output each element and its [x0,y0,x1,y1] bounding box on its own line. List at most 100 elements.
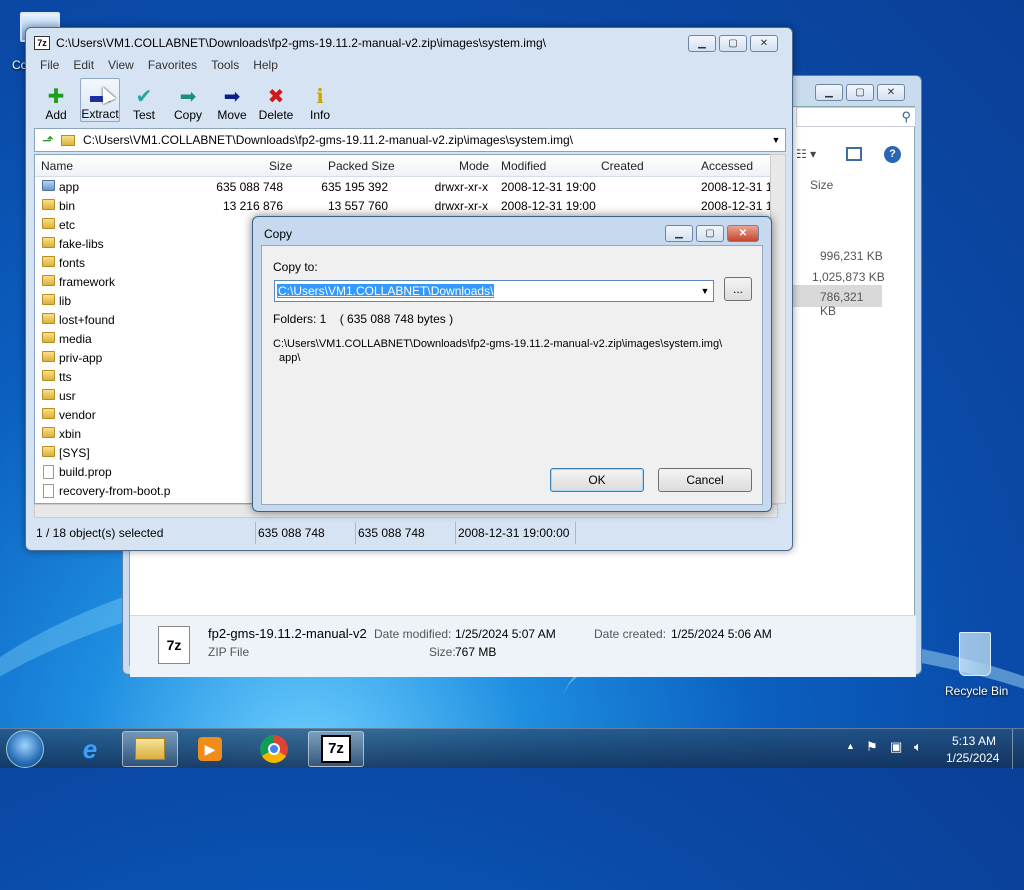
destination-input[interactable]: C:\Users\VM1.COLLABNET\Downloads\ [277,284,495,298]
copy-icon: ➡ [179,86,197,108]
toolbar-label: Extract [81,107,119,121]
preview-pane-icon[interactable] [846,147,862,161]
up-folder-icon[interactable]: ⬏ [35,132,61,149]
menu-tools[interactable]: Tools [211,58,239,72]
chevron-down-icon[interactable]: ▼ [697,286,713,296]
file-size: 786,321 KB [820,290,864,318]
menu-file[interactable]: File [40,58,59,72]
maximize-button[interactable]: ▢ [719,35,747,52]
selected-row-highlight[interactable]: 786,321 KB [790,285,882,318]
network-icon[interactable]: ▣ [890,739,902,755]
minimize-button[interactable]: ▁ [815,84,843,101]
details-modified-value: 1/25/2024 5:07 AM [455,627,556,641]
folder-icon [42,180,55,191]
menu-favorites[interactable]: Favorites [148,58,197,72]
toolbar: ✚ Add ▬ Extract ✔ Test ➡ Copy ➡ Move ✖ Delete ℹ Info [36,78,340,124]
cell-modified: 2008-12-31 19:00 [501,199,596,213]
toolbar-info-button[interactable]: ℹ Info [300,78,340,122]
toolbar-add-button[interactable]: ✚ Add [36,78,76,122]
column-size[interactable]: Size [269,159,292,173]
recycle-bin-desktop-icon[interactable]: Recycle Bin [940,630,1010,700]
view-options-icon[interactable]: ☷ ▾ [796,147,816,161]
toolbar-delete-button[interactable]: ✖ Delete [256,78,296,122]
ok-button[interactable]: OK [550,468,644,492]
status-selected: 1 / 18 object(s) selected [34,522,256,544]
show-hidden-icons[interactable]: ▲ [846,741,855,751]
cell-packed: 13 557 760 [327,199,388,213]
close-button[interactable]: ✕ [750,35,778,52]
details-size-value: 767 MB [455,645,497,659]
dialog-body: Copy to: C:\Users\VM1.COLLABNET\Download… [261,245,763,505]
folder-icon [61,134,75,146]
menu-bar: File Edit View Favorites Tools Help [40,58,292,72]
chrome-icon [260,735,288,763]
source-path: C:\Users\VM1.COLLABNET\Downloads\fp2-gms… [273,338,723,350]
menu-help[interactable]: Help [253,58,278,72]
folder-icon [135,738,165,760]
menu-view[interactable]: View [108,58,134,72]
move-icon: ➡ [223,86,241,108]
cell-name: build.prop [59,465,112,479]
action-center-icon[interactable]: ⚑ [866,739,878,755]
close-button[interactable]: ✕ [727,225,759,242]
folder-icon [42,351,55,362]
column-created[interactable]: Created [601,159,644,173]
folders-info: Folders: 1 ( 635 088 748 bytes ) [273,312,454,326]
column-accessed[interactable]: Accessed [701,159,753,173]
cell-accessed: 2008-12-31 1 [701,180,773,194]
taskbar-explorer[interactable] [122,731,178,767]
taskbar-ie[interactable]: e [62,731,118,767]
cell-mode: drwxr-xr-x [434,199,488,213]
details-filename: fp2-gms-19.11.2-manual-v2 [208,626,367,641]
address-path[interactable]: C:\Users\VM1.COLLABNET\Downloads\fp2-gms… [83,133,767,147]
column-name[interactable]: Name [41,159,73,173]
taskbar-7zip[interactable]: 7z [308,731,364,767]
menu-edit[interactable]: Edit [73,58,94,72]
copy-to-label: Copy to: [273,260,318,274]
toolbar-test-button[interactable]: ✔ Test [124,78,164,122]
minimize-button[interactable]: ▁ [665,225,693,242]
size-column-header[interactable]: Size [810,178,833,192]
cancel-button[interactable]: Cancel [658,468,752,492]
cell-name: vendor [59,408,96,422]
delete-icon: ✖ [267,86,285,108]
cell-modified: 2008-12-31 19:00 [501,180,596,194]
start-button[interactable] [6,730,44,768]
details-filetype: ZIP File [208,645,250,659]
details-created-value: 1/25/2024 5:06 AM [671,627,772,641]
cell-name: tts [59,370,72,384]
folder-icon [42,275,55,286]
folder-icon [42,218,55,229]
column-mode[interactable]: Mode [459,159,489,173]
test-icon: ✔ [135,86,153,108]
table-row[interactable]: app 635 088 748 635 195 392 drwxr-xr-x 2008-… [35,177,777,196]
address-bar[interactable]: ⬏ C:\Users\VM1.COLLABNET\Downloads\fp2-g… [34,128,786,152]
column-packed-size[interactable]: Packed Size [328,159,395,173]
taskbar-media-player[interactable]: ▶ [182,731,238,767]
cell-mode: drwxr-xr-x [434,180,488,194]
volume-icon[interactable]: 🔈︎ [914,739,922,755]
copy-dialog[interactable]: Copy ▁ ▢ ✕ Copy to: C:\Users\VM1.COLLABN… [252,216,772,512]
maximize-button[interactable]: ▢ [696,225,724,242]
clock-time[interactable]: 5:13 AM [952,734,996,748]
help-icon[interactable]: ? [884,146,901,163]
close-button[interactable]: ✕ [877,84,905,101]
toolbar-copy-button[interactable]: ➡ Copy [168,78,208,122]
show-desktop-button[interactable] [1012,729,1024,769]
source-path-item: app\ [279,352,301,364]
column-modified[interactable]: Modified [501,159,546,173]
minimize-button[interactable]: ▁ [688,35,716,52]
toolbar-extract-button[interactable]: ▬ Extract [80,78,120,122]
explorer-search-box[interactable]: ⚲ [796,107,916,127]
destination-combobox[interactable]: C:\Users\VM1.COLLABNET\Downloads\ ▼ [274,280,714,302]
toolbar-move-button[interactable]: ➡ Move [212,78,252,122]
clock-date[interactable]: 1/25/2024 [946,751,999,765]
vertical-scrollbar[interactable] [770,154,786,504]
maximize-button[interactable]: ▢ [846,84,874,101]
browse-button[interactable]: ... [724,277,752,301]
folder-icon [42,199,55,210]
table-row[interactable]: bin 13 216 876 13 557 760 drwxr-xr-x 2008-12… [35,196,777,215]
cell-accessed: 2008-12-31 1 [701,199,773,213]
address-dropdown-icon[interactable]: ▼ [767,135,785,145]
taskbar-chrome[interactable] [246,731,302,767]
